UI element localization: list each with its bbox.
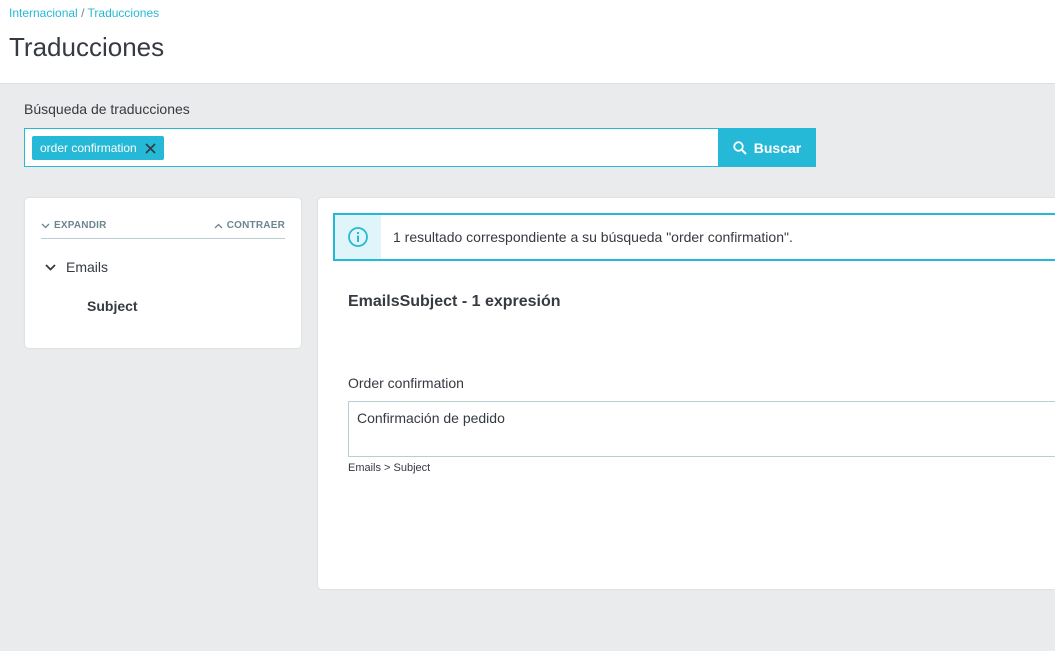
domain-title: EmailsSubject - 1 expresión [348,293,561,310]
info-alert: 1 resultado correspondiente a su búsqued… [333,213,1055,261]
search-button[interactable]: Buscar [718,128,816,167]
collapse-button[interactable]: CONTRAER [214,220,285,231]
chevron-up-icon [214,223,223,229]
tree-folder-emails[interactable]: Emails [45,259,108,275]
chevron-down-icon [41,223,50,229]
search-input[interactable]: order confirmation [24,128,718,167]
alert-text: 1 resultado correspondiente a su búsqued… [393,229,793,245]
breadcrumb-link-traducciones[interactable]: Traducciones [88,6,160,20]
tree-leaf-subject[interactable]: Subject [87,298,138,314]
translation-field-label: Order confirmation [348,375,464,391]
tree-folder-label: Emails [66,259,109,275]
breadcrumb-link-internacional[interactable]: Internacional [9,6,78,20]
search-tag-label: order confirmation [40,141,137,155]
breadcrumb-separator: / [81,6,85,20]
collapse-label: CONTRAER [226,220,285,231]
search-button-label: Buscar [753,139,802,156]
page-header: Internacional / Traducciones Traduccione… [0,0,1055,84]
translation-field[interactable]: Confirmación de pedido [348,401,1055,457]
translation-field-path: Emails > Subject [348,462,431,474]
tree-actions: EXPANDIR CONTRAER [41,218,285,239]
search-label: Búsqueda de traducciones [24,101,190,117]
close-icon[interactable] [145,142,156,154]
expand-label: EXPANDIR [54,220,107,231]
results-panel: 1 resultado correspondiente a su búsqued… [318,198,1055,589]
chevron-down-icon [45,263,56,271]
expand-button[interactable]: EXPANDIR [41,220,107,231]
page-title: Traducciones [9,32,165,62]
translation-tree-panel: EXPANDIR CONTRAER Emails Subject [25,198,301,348]
search-tag: order confirmation [32,136,164,160]
breadcrumb: Internacional / Traducciones [9,6,159,20]
info-icon [335,215,381,259]
search-icon [733,140,747,155]
